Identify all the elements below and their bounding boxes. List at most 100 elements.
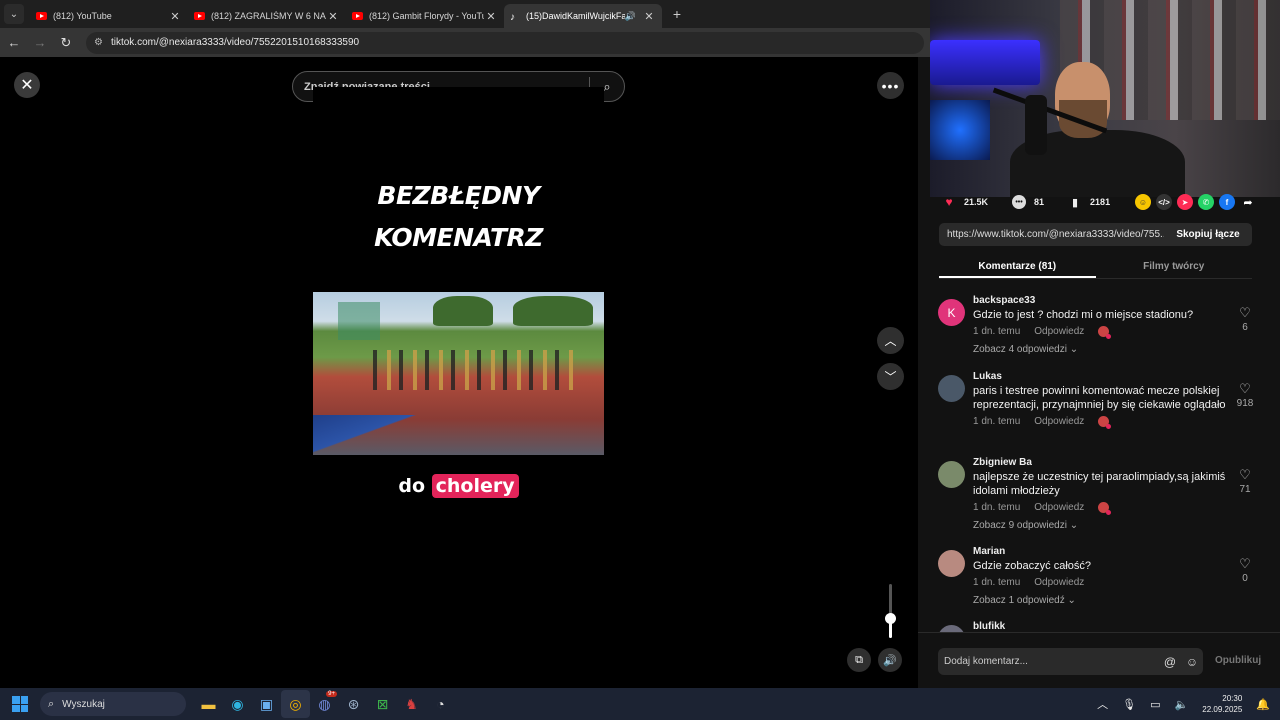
new-tab-button[interactable]: + bbox=[666, 6, 688, 22]
whatsapp-icon[interactable]: ✆ bbox=[1198, 194, 1214, 210]
browser-tab-1[interactable]: (812) YouTube ✕ bbox=[30, 4, 188, 28]
emoji-icon[interactable]: ☺ bbox=[1181, 655, 1203, 669]
like-action[interactable]: ♥ 21.5K bbox=[942, 195, 988, 209]
steam-icon[interactable]: ⊛ bbox=[339, 690, 368, 718]
share-link-text[interactable]: https://www.tiktok.com/@nexiara3333/vide… bbox=[939, 229, 1164, 240]
comment-body: Zbigniew Ba najlepsze że uczestnicy tej … bbox=[973, 457, 1228, 531]
clock-date: 22.09.2025 bbox=[1202, 705, 1243, 714]
next-video-button[interactable]: ﹀ bbox=[877, 363, 904, 390]
comment-like[interactable]: ♡ 71 bbox=[1233, 467, 1257, 495]
close-icon[interactable]: ✕ bbox=[14, 72, 40, 98]
video-caption: do cholery bbox=[313, 474, 604, 498]
volume-handle[interactable] bbox=[885, 613, 896, 625]
comment-username[interactable]: backspace33 bbox=[973, 295, 1228, 306]
pip-icon: ⧉ bbox=[855, 653, 863, 666]
embed-icon[interactable]: </> bbox=[1156, 194, 1172, 210]
start-button[interactable] bbox=[0, 696, 40, 712]
site-settings-icon[interactable]: ⚙ bbox=[94, 37, 103, 48]
reload-icon[interactable]: ↻ bbox=[54, 35, 78, 51]
clock[interactable]: 20:30 22.09.2025 bbox=[1202, 693, 1242, 715]
more-options-icon[interactable]: ••• bbox=[877, 72, 904, 99]
chevron-up-icon[interactable]: ︿ bbox=[1097, 696, 1108, 712]
send-icon[interactable]: ➤ bbox=[1177, 194, 1193, 210]
store-icon[interactable]: ▣ bbox=[252, 690, 281, 718]
chevron-down-icon: ⌄ bbox=[1069, 520, 1079, 531]
comment-username[interactable]: Zbigniew Ba bbox=[973, 457, 1228, 468]
discord-icon[interactable]: ◍ 9+ bbox=[310, 690, 339, 718]
tab-comments[interactable]: Komentarze (81) bbox=[939, 254, 1096, 278]
heart-outline-icon: ♡ bbox=[1239, 381, 1251, 396]
floating-player-button[interactable]: ⧉ bbox=[847, 648, 871, 672]
previous-video-button[interactable]: ︿ bbox=[877, 327, 904, 354]
reply-button[interactable]: Odpowiedz bbox=[1034, 502, 1084, 513]
close-tab-icon[interactable]: ✕ bbox=[642, 10, 656, 23]
emoji-share-icon[interactable]: ☺ bbox=[1135, 194, 1151, 210]
url-field[interactable]: ⚙ tiktok.com/@nexiara3333/video/75522015… bbox=[86, 31, 924, 54]
forward-icon[interactable]: → bbox=[28, 35, 52, 50]
reply-button[interactable]: Odpowiedz bbox=[1034, 416, 1084, 427]
comment-username[interactable]: blufikk bbox=[973, 621, 1228, 632]
tab-search-button[interactable]: ⌄ bbox=[4, 4, 24, 24]
comment-count: 81 bbox=[1034, 197, 1045, 207]
video-player[interactable]: BEZBŁĘDNY KOMENATRZ do cholery bbox=[313, 87, 604, 688]
notification-bell-icon[interactable]: 🔔 bbox=[1256, 698, 1270, 711]
avatar[interactable] bbox=[938, 625, 965, 632]
taskbar-search[interactable]: ⌕ Wyszukaj bbox=[40, 692, 186, 716]
microphone-icon[interactable]: 🎙 bbox=[1122, 698, 1136, 711]
close-tab-icon[interactable]: ✕ bbox=[484, 10, 498, 23]
close-tab-icon[interactable]: ✕ bbox=[326, 10, 340, 23]
copy-link-button[interactable]: Skopiuj łącze bbox=[1164, 229, 1252, 240]
comment-like[interactable]: ♡ 6 bbox=[1233, 305, 1257, 333]
video-title-line-2: KOMENATRZ bbox=[374, 223, 543, 252]
comment-username[interactable]: Marian bbox=[973, 546, 1228, 557]
comments-list[interactable]: K backspace33 Gdzie to jest ? chodzi mi … bbox=[918, 290, 1280, 632]
mute-button[interactable]: 🔊 bbox=[878, 648, 902, 672]
edge-icon[interactable]: ◉ bbox=[223, 690, 252, 718]
heart-outline-icon: ♡ bbox=[1239, 467, 1251, 482]
comment-text: paris i testree powinni komentować mecze… bbox=[973, 385, 1226, 411]
speaker-icon[interactable]: 🔊 bbox=[625, 11, 636, 22]
comment-input[interactable] bbox=[944, 656, 1159, 667]
back-icon[interactable]: ← bbox=[2, 35, 26, 50]
comment-like[interactable]: ♡ 0 bbox=[1233, 556, 1257, 584]
view-replies-button[interactable]: Zobacz 4 odpowiedzi ⌄ bbox=[973, 344, 1228, 355]
avatar[interactable] bbox=[938, 550, 965, 577]
comment-like[interactable]: ♡ 918 bbox=[1233, 381, 1257, 409]
volume-icon: 🔊 bbox=[883, 654, 897, 667]
view-replies-button[interactable]: Zobacz 1 odpowiedź ⌄ bbox=[973, 595, 1228, 606]
tab-creator-videos[interactable]: Filmy twórcy bbox=[1096, 254, 1253, 278]
avatar[interactable] bbox=[938, 461, 965, 488]
reply-button[interactable]: Odpowiedz bbox=[1034, 326, 1084, 337]
view-replies-label: Zobacz 1 odpowiedź bbox=[973, 595, 1065, 606]
network-icon[interactable]: ▭ bbox=[1150, 698, 1160, 711]
avatar-letter: K bbox=[947, 305, 956, 320]
comment-action[interactable]: ••• 81 bbox=[1012, 195, 1044, 209]
obs-icon[interactable]: ◔ bbox=[426, 690, 455, 718]
speaker-icon[interactable]: 🔈 bbox=[1175, 698, 1189, 711]
volume-slider[interactable] bbox=[885, 584, 896, 638]
comment-time: 1 dn. temu bbox=[973, 502, 1021, 513]
facebook-icon[interactable]: f bbox=[1219, 194, 1235, 210]
avatar[interactable] bbox=[938, 375, 965, 402]
url-text: tiktok.com/@nexiara3333/video/7552201510… bbox=[110, 37, 360, 48]
view-replies-label: Zobacz 4 odpowiedzi bbox=[973, 344, 1067, 355]
game-app-icon[interactable]: ♞ bbox=[397, 690, 426, 718]
save-action[interactable]: ▮ 2181 bbox=[1068, 195, 1110, 209]
creator-liked-icon bbox=[1098, 326, 1112, 339]
browser-tab-4[interactable]: ♪ (15)DawidKamilWujcikFame 🔊 ✕ bbox=[504, 4, 662, 28]
comment-username[interactable]: Lukas bbox=[973, 371, 1228, 382]
video-title-line-1: BEZBŁĘDNY bbox=[377, 181, 540, 210]
close-tab-icon[interactable]: ✕ bbox=[168, 10, 182, 23]
file-explorer-icon[interactable]: ▬ bbox=[194, 690, 223, 718]
avatar[interactable]: K bbox=[938, 299, 965, 326]
view-replies-button[interactable]: Zobacz 9 odpowiedzi ⌄ bbox=[973, 520, 1228, 531]
browser-tab-3[interactable]: (812) Gambit Florydy - YouTube ✕ bbox=[346, 4, 504, 28]
reply-button[interactable]: Odpowiedz bbox=[1034, 577, 1084, 588]
address-bar-row: ← → ↻ ⚙ tiktok.com/@nexiara3333/video/75… bbox=[0, 28, 930, 57]
xbox-icon[interactable]: ⊠ bbox=[368, 690, 397, 718]
post-comment-button[interactable]: Opublikuj bbox=[1215, 655, 1261, 666]
share-arrow-icon[interactable]: ➦ bbox=[1240, 194, 1256, 210]
browser-tab-2[interactable]: (812) ZAGRALIŚMY W 6 NAJGO ✕ bbox=[188, 4, 346, 28]
mention-icon[interactable]: @ bbox=[1159, 655, 1181, 669]
chrome-icon[interactable]: ◎ bbox=[281, 690, 310, 718]
